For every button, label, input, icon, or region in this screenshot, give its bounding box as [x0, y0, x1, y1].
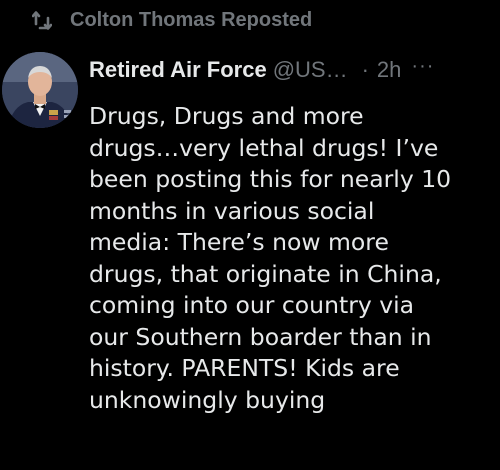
post-text-line: media: There’s now more: [89, 228, 389, 256]
post-text-line: months in various social: [89, 196, 375, 225]
author-name[interactable]: Retired Air Force: [89, 56, 267, 84]
repost-label: Colton Thomas Reposted: [70, 9, 313, 31]
author-handle[interactable]: @US…: [273, 56, 348, 84]
post-text-line: unknowingly buying: [89, 385, 326, 414]
more-icon[interactable]: ···: [411, 56, 434, 76]
post-text-line: drugs…very lethal drugs! I’ve: [89, 133, 439, 162]
post-text-line: coming into our country via: [89, 291, 415, 319]
post-text-line: Drugs, Drugs and more: [89, 102, 364, 130]
post-text-line: drugs, that originate in China,: [89, 259, 442, 288]
post-text-line: our Southern boarder than in: [89, 322, 432, 351]
post-header: Retired Air Force @US… · 2h ···: [89, 56, 494, 84]
post-text: Drugs, Drugs and more drugs…very lethal …: [89, 101, 491, 416]
repost-icon: [31, 10, 53, 32]
post-text-line: been posting this for nearly 10: [89, 165, 452, 193]
post-text-line: history. PARENTS! Kids are: [89, 354, 400, 382]
user-avatar-icon: [2, 52, 78, 128]
author-avatar[interactable]: [2, 52, 78, 128]
repost-indicator[interactable]: Colton Thomas Reposted: [31, 9, 313, 32]
header-separator: ·: [361, 57, 369, 82]
post-timestamp[interactable]: 2h: [377, 56, 401, 84]
